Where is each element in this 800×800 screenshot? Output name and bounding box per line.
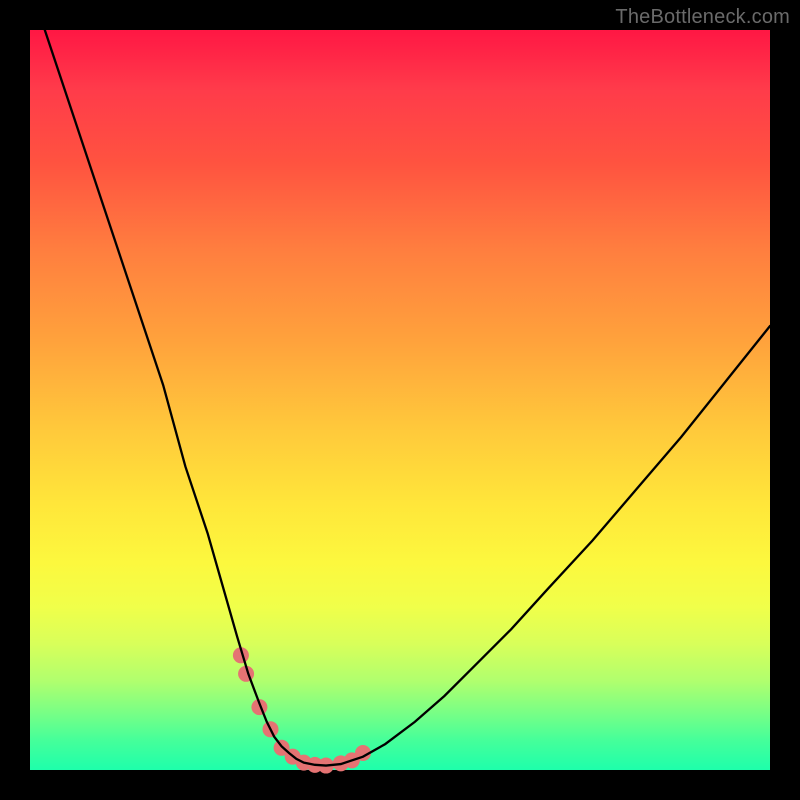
watermark-text: TheBottleneck.com	[615, 6, 790, 29]
chart-container: TheBottleneck.com	[0, 0, 800, 800]
marker-group	[233, 647, 371, 773]
plot-area	[30, 30, 770, 770]
bottleneck-curve	[45, 30, 770, 766]
chart-svg	[30, 30, 770, 770]
